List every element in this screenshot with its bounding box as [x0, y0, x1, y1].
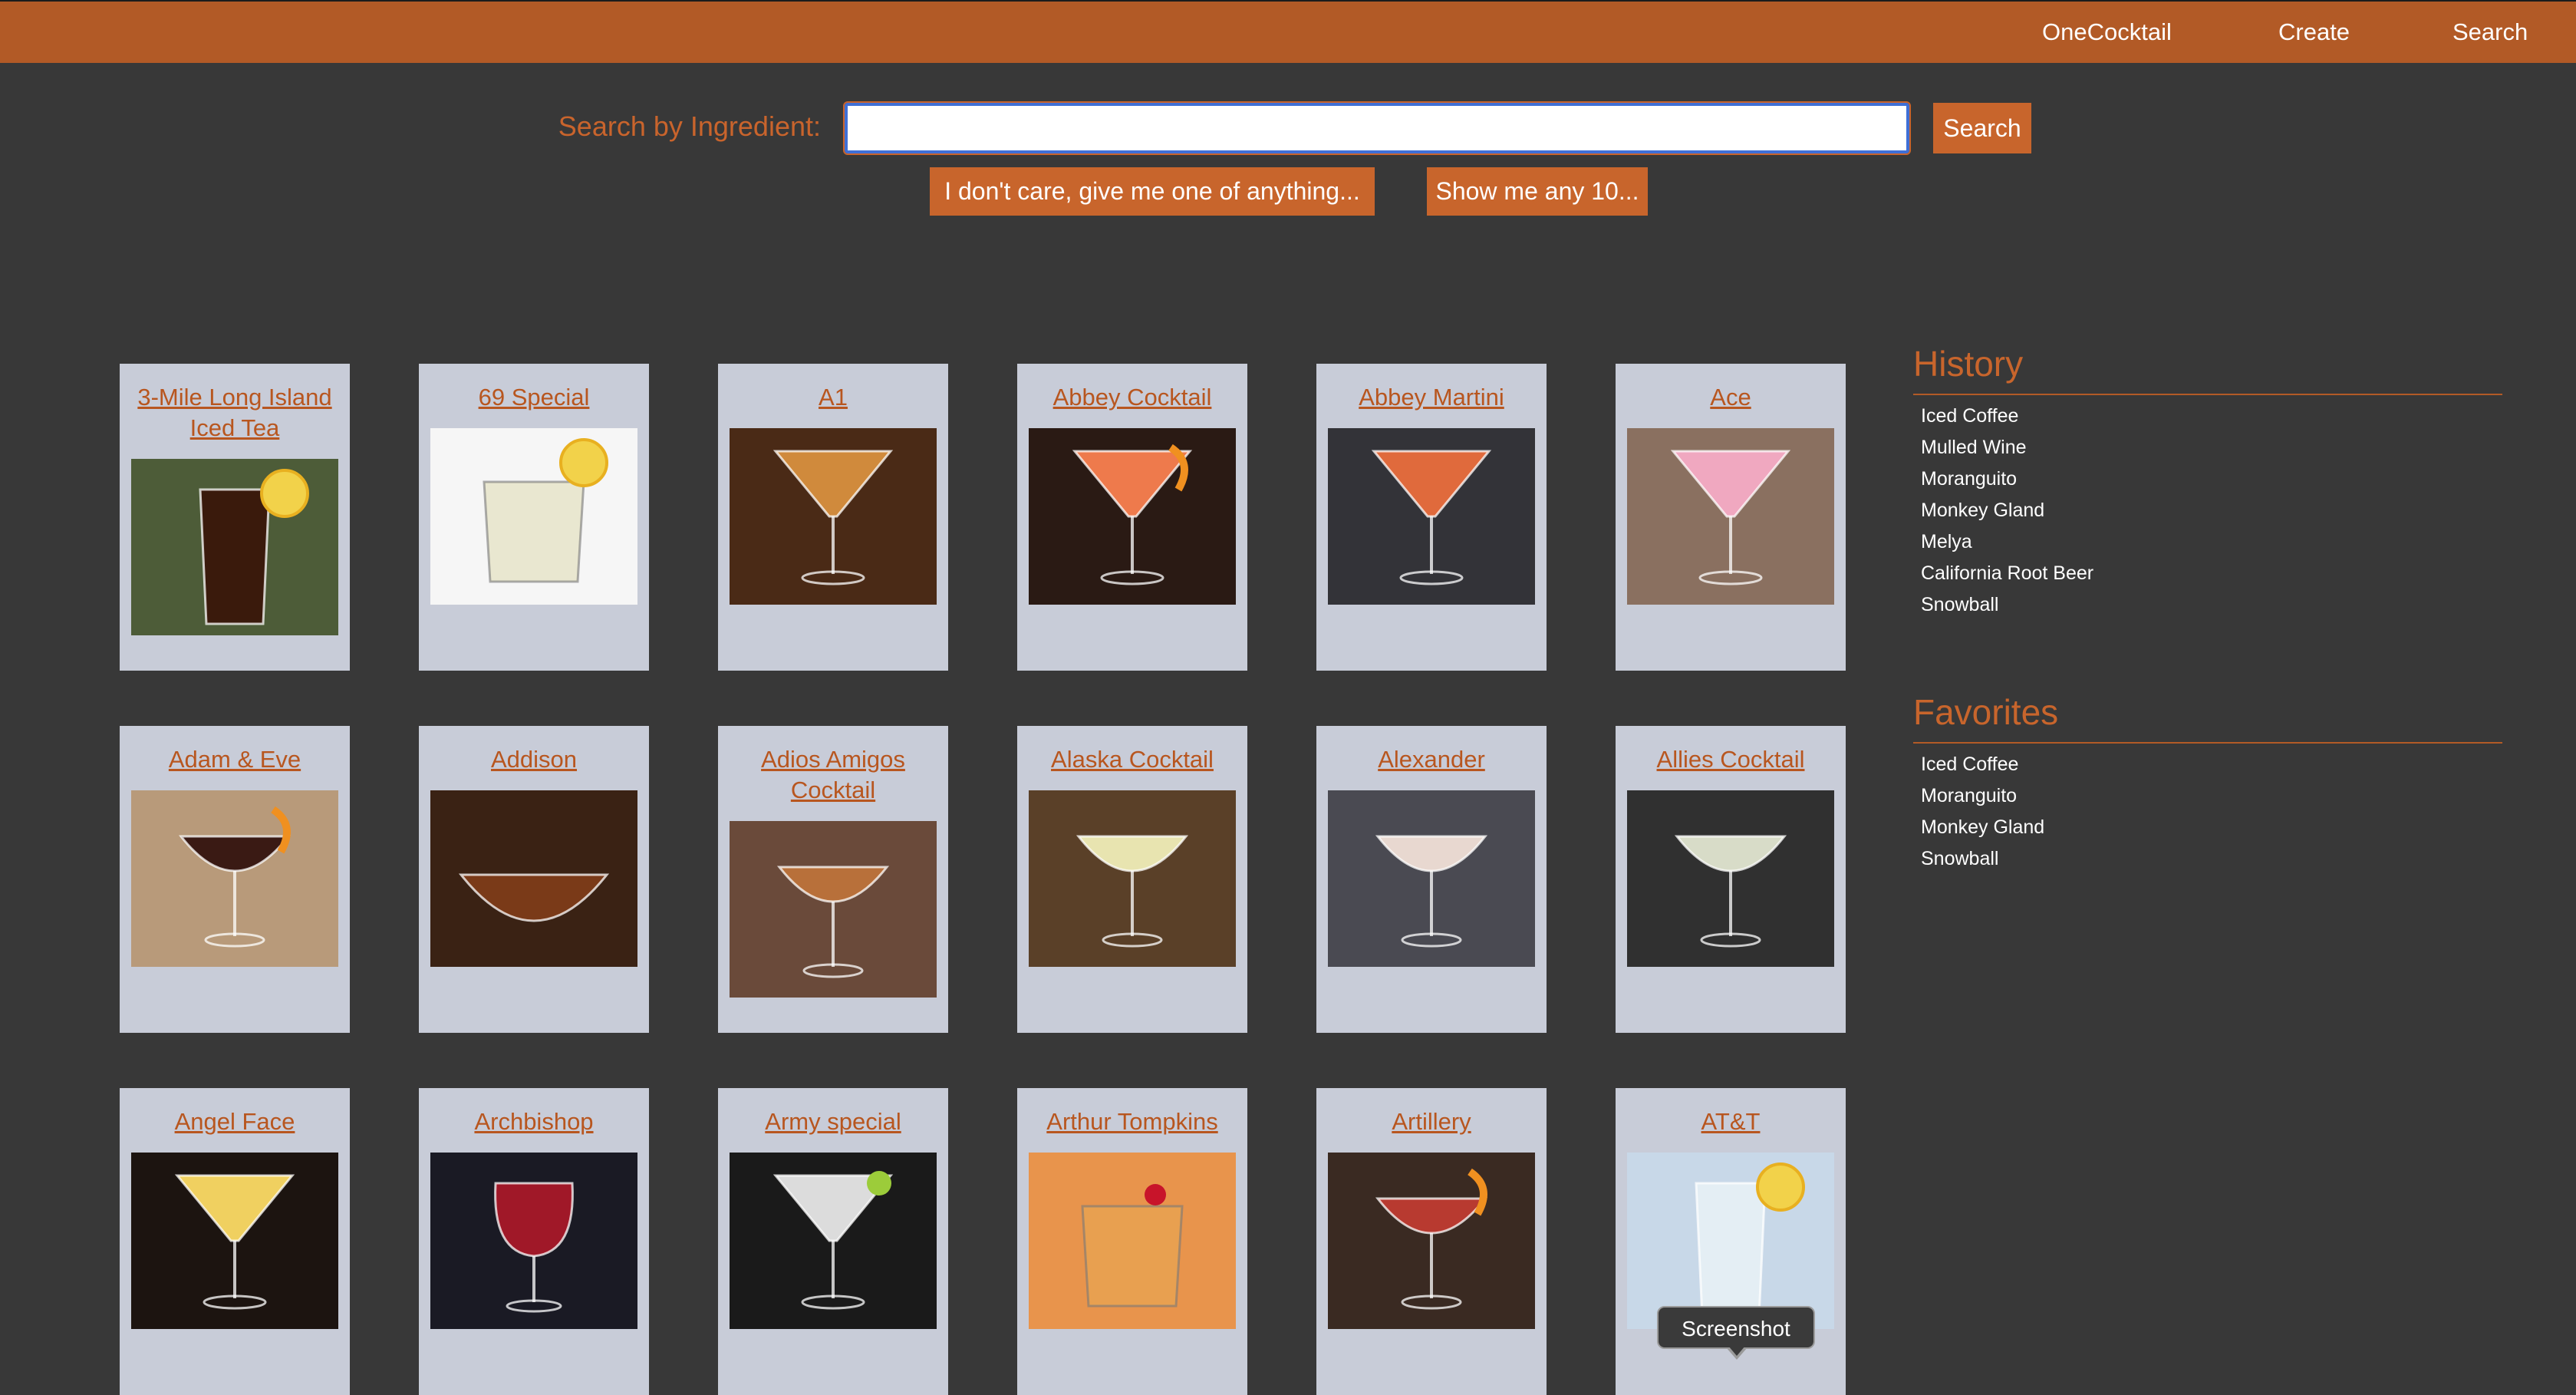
- cocktail-title-link[interactable]: Addison: [434, 744, 634, 775]
- cocktail-image[interactable]: [1328, 1153, 1535, 1329]
- cocktail-photo: [1029, 790, 1236, 967]
- cocktail-title-link[interactable]: Artillery: [1332, 1106, 1531, 1137]
- cocktail-card[interactable]: Alaska Cocktail: [1017, 726, 1247, 1033]
- favorites-heading: Favorites: [1913, 692, 2059, 732]
- history-item[interactable]: Snowball: [1921, 589, 2093, 621]
- cocktail-title-link[interactable]: Alaska Cocktail: [1033, 744, 1232, 775]
- cocktail-title-link[interactable]: AT&T: [1631, 1106, 1830, 1137]
- cocktail-image[interactable]: [131, 790, 338, 967]
- cocktail-photo: [1627, 428, 1834, 605]
- cocktail-photo: [730, 821, 937, 998]
- cocktail-image[interactable]: [1328, 428, 1535, 605]
- cocktail-image[interactable]: [1627, 790, 1834, 967]
- cocktail-photo: [430, 428, 637, 605]
- cocktail-image[interactable]: [730, 1153, 937, 1329]
- cocktail-card[interactable]: Archbishop: [419, 1088, 649, 1395]
- nav-search-link[interactable]: Search: [2452, 18, 2528, 46]
- history-item[interactable]: Moranguito: [1921, 463, 2093, 495]
- cocktail-photo: [1328, 790, 1535, 967]
- cocktail-photo: [131, 790, 338, 967]
- cocktail-photo: [730, 1153, 937, 1329]
- cocktail-title-link[interactable]: Allies Cocktail: [1631, 744, 1830, 775]
- favorites-item[interactable]: Iced Coffee: [1921, 749, 2044, 780]
- cocktail-photo: [430, 790, 637, 967]
- cocktail-image[interactable]: [430, 1153, 637, 1329]
- cocktail-card[interactable]: A1: [718, 364, 948, 671]
- cocktail-photo: [730, 428, 937, 605]
- cocktail-photo: [1627, 790, 1834, 967]
- cocktail-image[interactable]: [131, 1153, 338, 1329]
- cocktail-title-link[interactable]: 3-Mile Long Island Iced Tea: [135, 382, 334, 444]
- cocktail-photo: [1328, 428, 1535, 605]
- cocktail-card[interactable]: Allies Cocktail: [1616, 726, 1846, 1033]
- cocktail-card[interactable]: Arthur Tompkins: [1017, 1088, 1247, 1395]
- cocktail-image[interactable]: [1627, 428, 1834, 605]
- cocktail-card[interactable]: Adios Amigos Cocktail: [718, 726, 948, 1033]
- cocktail-image[interactable]: [1029, 1153, 1236, 1329]
- cocktail-title-link[interactable]: Arthur Tompkins: [1033, 1106, 1232, 1137]
- cocktail-title-link[interactable]: Ace: [1631, 382, 1830, 413]
- cocktail-photo: [1627, 1153, 1834, 1329]
- ingredient-search-input[interactable]: [843, 101, 1911, 155]
- favorites-item[interactable]: Moranguito: [1921, 780, 2044, 812]
- cocktail-photo: [131, 459, 338, 635]
- screenshot-tooltip: Screenshot: [1657, 1306, 1815, 1349]
- history-heading: History: [1913, 344, 2024, 384]
- cocktail-card[interactable]: Artillery: [1316, 1088, 1547, 1395]
- cocktail-image[interactable]: [730, 821, 937, 998]
- cocktail-title-link[interactable]: Abbey Cocktail: [1033, 382, 1232, 413]
- cocktail-card[interactable]: 3-Mile Long Island Iced Tea: [120, 364, 350, 671]
- history-item[interactable]: Monkey Gland: [1921, 495, 2093, 526]
- favorites-item[interactable]: Monkey Gland: [1921, 812, 2044, 843]
- cocktail-photo: [430, 1153, 637, 1329]
- cocktail-title-link[interactable]: 69 Special: [434, 382, 634, 413]
- cocktail-title-link[interactable]: Alexander: [1332, 744, 1531, 775]
- cocktail-title-link[interactable]: Abbey Martini: [1332, 382, 1531, 413]
- cocktail-card[interactable]: Angel Face: [120, 1088, 350, 1395]
- cocktail-image[interactable]: [1029, 428, 1236, 605]
- favorites-item[interactable]: Snowball: [1921, 843, 2044, 875]
- cocktail-image[interactable]: [430, 790, 637, 967]
- cocktail-title-link[interactable]: Adam & Eve: [135, 744, 334, 775]
- cocktail-title-link[interactable]: Angel Face: [135, 1106, 334, 1137]
- history-item[interactable]: Mulled Wine: [1921, 432, 2093, 463]
- cocktail-card[interactable]: Army special: [718, 1088, 948, 1395]
- history-item[interactable]: Iced Coffee: [1921, 401, 2093, 432]
- cocktail-photo: [1029, 1153, 1236, 1329]
- nav-create-link[interactable]: Create: [2278, 18, 2350, 46]
- cocktail-photo: [1328, 1153, 1535, 1329]
- search-button[interactable]: Search: [1933, 103, 2031, 153]
- random-ten-button[interactable]: Show me any 10...: [1427, 167, 1648, 216]
- cocktail-card[interactable]: Adam & Eve: [120, 726, 350, 1033]
- cocktail-image[interactable]: [1627, 1153, 1834, 1329]
- cocktail-image[interactable]: [1029, 790, 1236, 967]
- favorites-divider: [1913, 742, 2502, 744]
- cocktail-photo: [131, 1153, 338, 1329]
- cocktail-image[interactable]: [1328, 790, 1535, 967]
- cocktail-card[interactable]: Addison: [419, 726, 649, 1033]
- history-item[interactable]: California Root Beer: [1921, 558, 2093, 589]
- cocktail-image[interactable]: [730, 428, 937, 605]
- cocktail-title-link[interactable]: Archbishop: [434, 1106, 634, 1137]
- cocktail-image[interactable]: [131, 459, 338, 635]
- cocktail-card[interactable]: 69 Special: [419, 364, 649, 671]
- cocktail-card[interactable]: Abbey Martini: [1316, 364, 1547, 671]
- history-divider: [1913, 394, 2502, 395]
- random-one-button[interactable]: I don't care, give me one of anything...: [930, 167, 1375, 216]
- tooltip-arrow-fill: [1728, 1346, 1745, 1356]
- cocktail-card[interactable]: Ace: [1616, 364, 1846, 671]
- cocktail-title-link[interactable]: Army special: [733, 1106, 933, 1137]
- nav-brand-link[interactable]: OneCocktail: [2042, 18, 2172, 46]
- history-list: Iced Coffee Mulled Wine Moranguito Monkey G…: [1921, 401, 2093, 621]
- cocktail-card[interactable]: Abbey Cocktail: [1017, 364, 1247, 671]
- cocktail-title-link[interactable]: A1: [733, 382, 933, 413]
- cocktail-image[interactable]: [430, 428, 637, 605]
- cocktail-photo: [1029, 428, 1236, 605]
- history-item[interactable]: Melya: [1921, 526, 2093, 558]
- cocktail-title-link[interactable]: Adios Amigos Cocktail: [733, 744, 933, 806]
- cocktail-card[interactable]: Alexander: [1316, 726, 1547, 1033]
- favorites-list: Iced Coffee Moranguito Monkey Gland Snowbal…: [1921, 749, 2044, 875]
- top-navbar: OneCocktail Create Search: [0, 0, 2576, 63]
- search-label: Search by Ingredient:: [558, 110, 821, 142]
